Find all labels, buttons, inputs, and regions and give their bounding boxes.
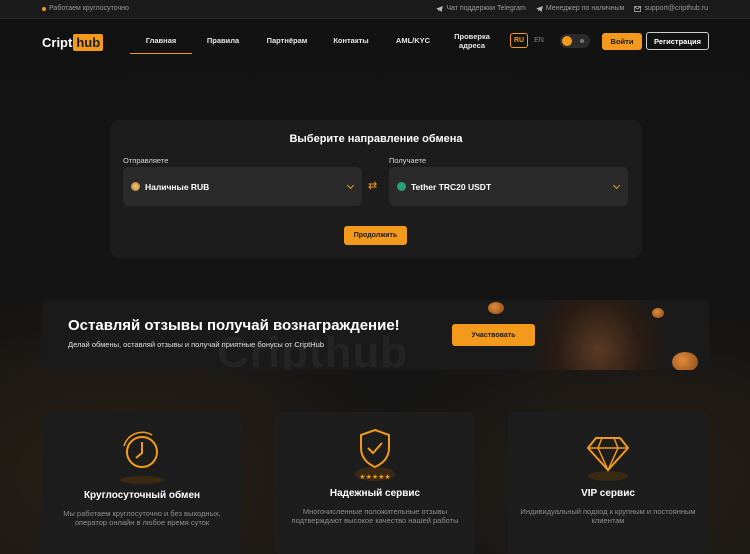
lang-en-button[interactable]: EN <box>534 37 544 44</box>
participate-button[interactable]: Участвовать <box>452 324 535 346</box>
status-indicator: Работаем круглосуточно <box>42 5 129 12</box>
login-button[interactable]: Войти <box>602 33 642 50</box>
telegram-support-link[interactable]: Чат поддержки Telegram <box>436 5 526 12</box>
header: Cript hub Главная Правила Партнёрам Конта… <box>0 19 750 69</box>
send-label: Отправляете <box>123 156 169 165</box>
telegram-icon <box>535 5 543 12</box>
continue-button[interactable]: Продолжить <box>344 226 407 245</box>
mail-icon <box>634 5 642 12</box>
usdt-icon <box>397 182 406 191</box>
register-button[interactable]: Регистрация <box>646 32 709 50</box>
swap-icon[interactable]: ⇄ <box>368 179 377 192</box>
telegram-icon <box>436 5 444 12</box>
receive-label: Получаете <box>389 156 427 165</box>
reviews-banner: Cripthub Оставляй отзывы получай вознагр… <box>42 300 709 370</box>
moon-icon <box>562 36 572 46</box>
language-switcher: RU EN <box>510 33 544 48</box>
contact-links: Чат поддержки Telegram Менеджер по налич… <box>436 5 708 12</box>
coin-decoration <box>488 302 504 314</box>
receive-currency-select[interactable]: Tether TRC20 USDT <box>389 167 628 206</box>
status-text: Работаем круглосуточно <box>49 5 129 12</box>
exchange-title: Выберите направление обмена <box>289 133 463 145</box>
cash-rub-icon <box>131 182 140 191</box>
exchange-form: Выберите направление обмена Отправляете … <box>110 120 642 258</box>
coin-decoration <box>652 308 664 318</box>
diamond-icon <box>586 437 630 481</box>
email-link[interactable]: support@cripthub.ru <box>634 5 708 12</box>
nav-address-check[interactable]: Проверка адреса <box>444 32 500 54</box>
feature-card-vip: VIP сервис Индивидуальный подход к крупн… <box>508 412 708 554</box>
chevron-down-icon <box>612 181 621 190</box>
sun-icon <box>580 39 584 43</box>
shield-check-icon: ★★★★★ <box>355 428 395 481</box>
nav-aml-kyc[interactable]: AML/KYC <box>382 36 444 54</box>
telegram-manager-link[interactable]: Менеджер по наличным <box>535 5 624 12</box>
banner-title: Оставляй отзывы получай вознаграждение! <box>68 317 400 334</box>
feature-title: Надежный сервис <box>329 488 421 499</box>
banner-subtitle: Делай обмены, оставляй отзывы и получай … <box>68 340 324 349</box>
feature-description: Индивидуальный подход к крупным и постоя… <box>520 507 696 525</box>
feature-description: Мы работаем круглосуточно и без выходных… <box>63 509 221 527</box>
svg-text:★★★★★: ★★★★★ <box>359 473 390 481</box>
nav-home[interactable]: Главная <box>130 36 192 54</box>
chevron-down-icon <box>346 181 355 190</box>
feature-card-reliable: ★★★★★ Надежный сервис Многочисленные пол… <box>275 412 475 554</box>
send-currency-select[interactable]: Наличные RUB <box>123 167 362 206</box>
main-nav: Главная Правила Партнёрам Контакты AML/K… <box>130 32 500 54</box>
feature-card-24-7: Круглосуточный обмен Мы работаем круглос… <box>42 412 242 554</box>
status-dot <box>42 6 46 11</box>
nav-rules[interactable]: Правила <box>192 36 254 54</box>
nav-contacts[interactable]: Контакты <box>320 36 382 54</box>
feature-title: Круглосуточный обмен <box>83 490 201 501</box>
nav-partners[interactable]: Партнёрам <box>254 36 320 54</box>
feature-description: Многочисленные положительные отзывы подт… <box>291 507 459 525</box>
theme-toggle[interactable] <box>560 34 590 48</box>
top-bar: Работаем круглосуточно Чат поддержки Tel… <box>0 0 750 19</box>
logo[interactable]: Cript hub <box>42 34 104 51</box>
banner-watermark: Cripthub <box>217 328 409 370</box>
feature-title: VIP сервис <box>581 488 635 499</box>
clock-icon <box>120 431 164 484</box>
coin-decoration <box>672 352 698 370</box>
lang-ru-button[interactable]: RU <box>510 33 529 48</box>
